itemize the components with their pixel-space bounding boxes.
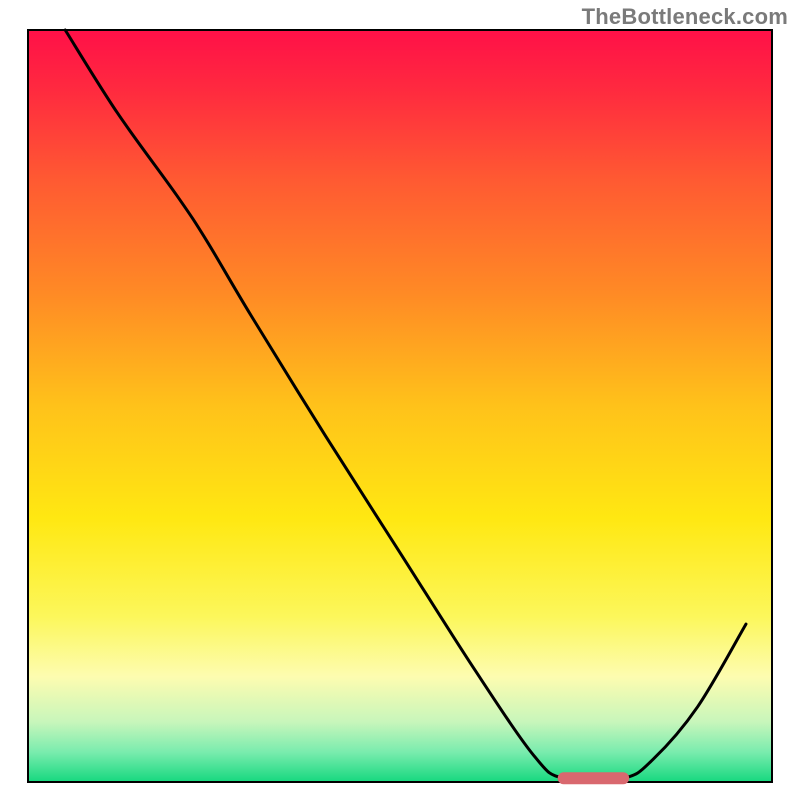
- bottleneck-chart: [0, 0, 800, 800]
- watermark-text: TheBottleneck.com: [582, 4, 788, 30]
